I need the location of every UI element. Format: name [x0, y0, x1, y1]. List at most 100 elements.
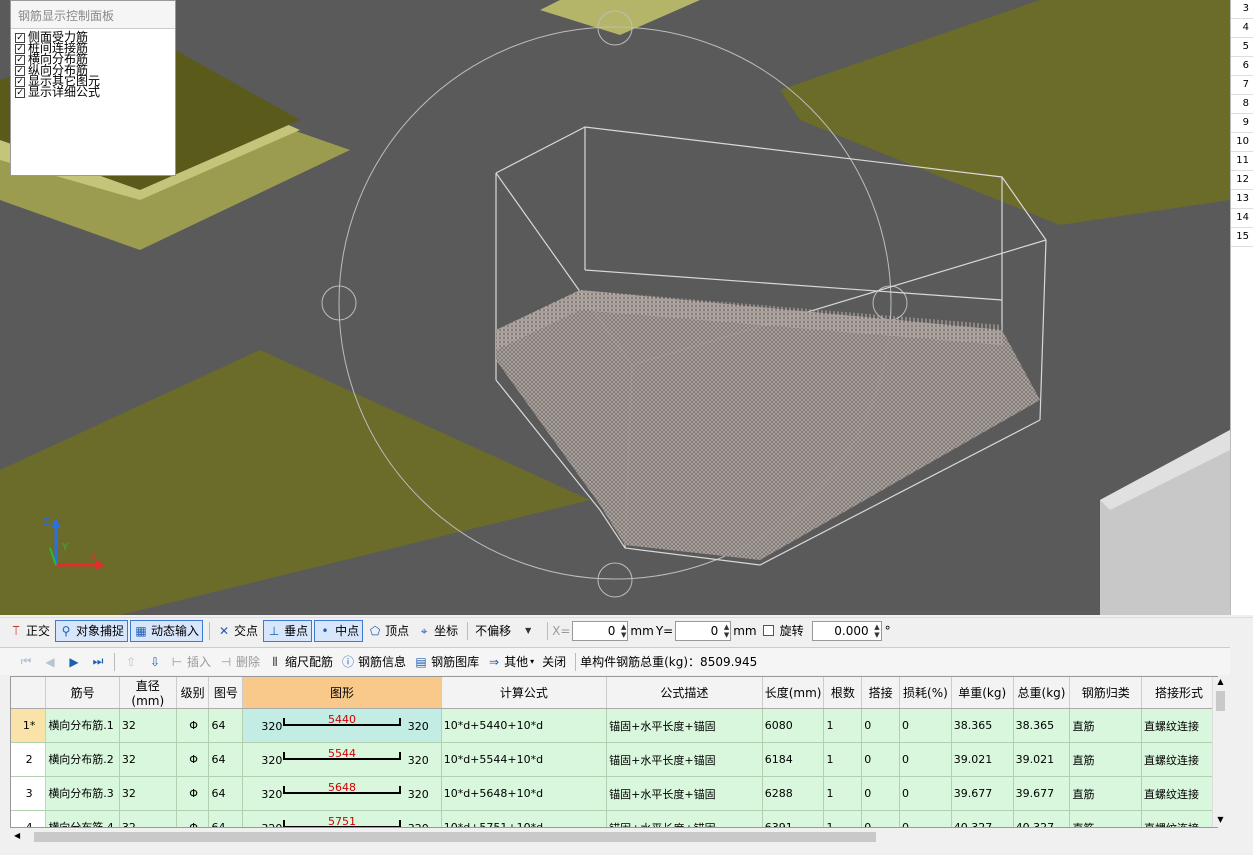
scale-icon: ⫴	[272, 654, 278, 669]
vertex-icon: ⬠	[369, 623, 381, 638]
col-count[interactable]: 根数	[823, 677, 863, 709]
snap-icon: ⚲	[61, 623, 71, 638]
spinner-icon[interactable]: ▲ ▼	[874, 623, 879, 639]
scroll-left-icon[interactable]: ◀	[14, 831, 20, 840]
midpoint-icon: •	[321, 623, 329, 638]
checkbox-icon[interactable]: ✓	[15, 65, 25, 76]
axis-z-label: Z	[43, 517, 50, 528]
spinner-icon[interactable]: ▲ ▼	[621, 623, 626, 639]
last-record-icon[interactable]: ⏭	[86, 654, 110, 669]
col-total-weight[interactable]: 总重(kg)	[1013, 677, 1071, 709]
scroll-thumb[interactable]	[34, 832, 876, 842]
delete-button[interactable]: ⊣ 删除	[216, 651, 263, 673]
orbit-handle-bottom[interactable]	[597, 562, 633, 598]
move-up-icon[interactable]: ⇧	[119, 655, 143, 669]
shape-cell[interactable]: 320 5440 320	[242, 708, 442, 743]
col-formula[interactable]: 计算公式	[441, 677, 608, 709]
rebar-library-button[interactable]: ▤ 钢筋图库	[411, 651, 482, 673]
olive-slab-top-right	[780, 0, 1230, 225]
object-snap-button[interactable]: ⚲ 对象捕捉	[55, 619, 129, 642]
delete-icon: ⊣	[220, 654, 232, 669]
col-category[interactable]: 钢筋归类	[1069, 677, 1143, 709]
first-record-icon[interactable]: ⏮	[14, 654, 38, 669]
rebar-table[interactable]: 筋号 直径(mm) 级别 图号 图形 计算公式 公式描述 长度(mm) 根数 搭…	[10, 676, 1218, 828]
col-formula-desc[interactable]: 公式描述	[606, 677, 763, 709]
info-icon: ⓘ	[342, 654, 355, 669]
shape-cell[interactable]: 320 5648 320	[242, 776, 442, 811]
y-input[interactable]: 0 ▲ ▼	[675, 620, 732, 641]
table-horizontal-scrollbar[interactable]: ◀	[10, 829, 1220, 845]
vertex-button[interactable]: ⬠ 顶点	[365, 620, 412, 642]
dynamic-input-icon: ▦	[135, 623, 147, 638]
table-header: 筋号 直径(mm) 级别 图号 图形 计算公式 公式描述 长度(mm) 根数 搭…	[11, 677, 1217, 709]
close-button[interactable]: 关闭	[539, 651, 569, 673]
y-label: Y=	[655, 623, 674, 638]
rebar-display-panel: 钢筋显示控制面板 ✓ 侧面受力筋 ✓ 桩间连接筋 ✓ 横向分布筋 ✓ 纵向分布筋 ✓ 显示…	[10, 0, 176, 176]
table-vertical-scrollbar[interactable]: ▲ ▼	[1212, 677, 1228, 827]
col-bar-no[interactable]: 筋号	[45, 677, 120, 709]
col-fig-no[interactable]: 图号	[208, 677, 244, 709]
perpendicular-icon: ⊥	[268, 623, 280, 638]
col-shape[interactable]: 图形	[242, 677, 442, 709]
rebar-table-toolbar: ⏮ ◀ ▶ ⏭ ⇧ ⇩ ⊢ 插入 ⊣ 删除 ⫴ 缩尺配筋 ⓘ 钢筋信息 ▤ 钢筋图库 ⇒ 其…	[0, 647, 1230, 675]
shape-cell[interactable]: 320 5544 320	[242, 742, 442, 777]
checkbox-icon[interactable]: ✓	[15, 87, 25, 98]
coordinate-button[interactable]: ⌖ 坐标	[414, 620, 461, 642]
x-unit: mm	[630, 623, 654, 638]
ortho-icon: ⟙	[12, 623, 20, 638]
checkbox-icon[interactable]: ✓	[15, 32, 25, 43]
checkbox-icon[interactable]: ✓	[15, 54, 25, 65]
scroll-down-icon[interactable]: ▼	[1213, 815, 1228, 827]
chevron-down-icon: ▼	[525, 625, 532, 635]
col-grade[interactable]: 级别	[176, 677, 210, 709]
intersection-icon: ✕	[219, 623, 230, 638]
insert-icon: ⊢	[171, 654, 183, 669]
table-row[interactable]: 2 横向分布筋.2 32 Φ 64 320 5544 320 10*d+5544+1…	[11, 742, 1217, 777]
move-down-icon[interactable]: ⇩	[143, 655, 167, 669]
col-loss[interactable]: 损耗(%)	[899, 677, 952, 709]
dynamic-input-button[interactable]: ▦ 动态输入	[130, 619, 204, 642]
axis-y-label: Y	[61, 542, 69, 553]
prev-record-icon[interactable]: ◀	[38, 655, 62, 669]
rotate-input[interactable]: 0.000 ▲ ▼	[811, 620, 882, 641]
table-row[interactable]: 3 横向分布筋.3 32 Φ 64 320 5648 320 10*d+5648+1…	[11, 776, 1217, 811]
ortho-button[interactable]: ⟙ 正交	[6, 620, 53, 642]
rotate-checkbox[interactable]	[762, 625, 774, 636]
table-row[interactable]: 1* 横向分布筋.1 32 Φ 64 320 5440 320 10*d+5440+…	[11, 708, 1217, 743]
insert-button[interactable]: ⊢ 插入	[167, 651, 214, 673]
scroll-thumb[interactable]	[1216, 691, 1225, 711]
scene-canvas[interactable]: Z Y X	[0, 0, 1230, 615]
perpendicular-button[interactable]: ⊥ 垂点	[263, 619, 313, 642]
rebar-info-button[interactable]: ⓘ 钢筋信息	[338, 651, 409, 673]
panel-title: 钢筋显示控制面板	[11, 1, 175, 29]
library-icon: ▤	[415, 654, 427, 669]
next-record-icon[interactable]: ▶	[62, 655, 86, 669]
yellow-block-top	[540, 0, 700, 35]
col-length[interactable]: 长度(mm)	[762, 677, 825, 709]
scroll-up-icon[interactable]: ▲	[1213, 677, 1228, 689]
scale-rebar-button[interactable]: ⫴ 缩尺配筋	[265, 651, 336, 673]
col-unit-weight[interactable]: 单重(kg)	[951, 677, 1014, 709]
y-unit: mm	[733, 623, 757, 638]
olive-slab-bottom-left	[0, 350, 590, 615]
rotate-label: 旋转	[779, 624, 804, 638]
spinner-icon[interactable]: ▲ ▼	[724, 623, 729, 639]
x-input[interactable]: 0 ▲ ▼	[572, 620, 629, 641]
checkbox-detailed-formula[interactable]: ✓ 显示详细公式	[11, 86, 175, 98]
coordinate-icon: ⌖	[420, 623, 428, 638]
3d-viewport[interactable]: Z Y X 钢筋显示控制面板 ✓ 侧面受力筋 ✓ 桩间连接筋 ✓ 横向分布筋 ✓ 纵向分…	[0, 0, 1230, 615]
row-number-strip: 3 4 5 6 7 8 9 10 11 12 13 14 15	[1230, 0, 1253, 615]
offset-dropdown[interactable]: 不偏移 ▼	[472, 620, 541, 642]
shape-cell[interactable]: 320 5751 320	[242, 810, 442, 827]
midpoint-button[interactable]: • 中点	[314, 619, 364, 642]
other-menu-button[interactable]: ⇒ 其他 ▾	[484, 651, 537, 673]
intersection-button[interactable]: ✕ 交点	[214, 620, 261, 642]
total-weight-label: 单构件钢筋总重(kg)：8509.945	[580, 655, 758, 669]
col-lap-type[interactable]: 搭接形式	[1141, 677, 1217, 709]
x-label: X=	[552, 623, 571, 638]
table-row[interactable]: 4 横向分布筋.4 32 Φ 64 320 5751 320 10*d+5751+1…	[11, 810, 1217, 827]
checkbox-icon[interactable]: ✓	[15, 43, 25, 54]
col-diameter[interactable]: 直径(mm)	[119, 677, 177, 709]
col-lap[interactable]: 搭接	[861, 677, 901, 709]
checkbox-icon[interactable]: ✓	[15, 76, 25, 87]
